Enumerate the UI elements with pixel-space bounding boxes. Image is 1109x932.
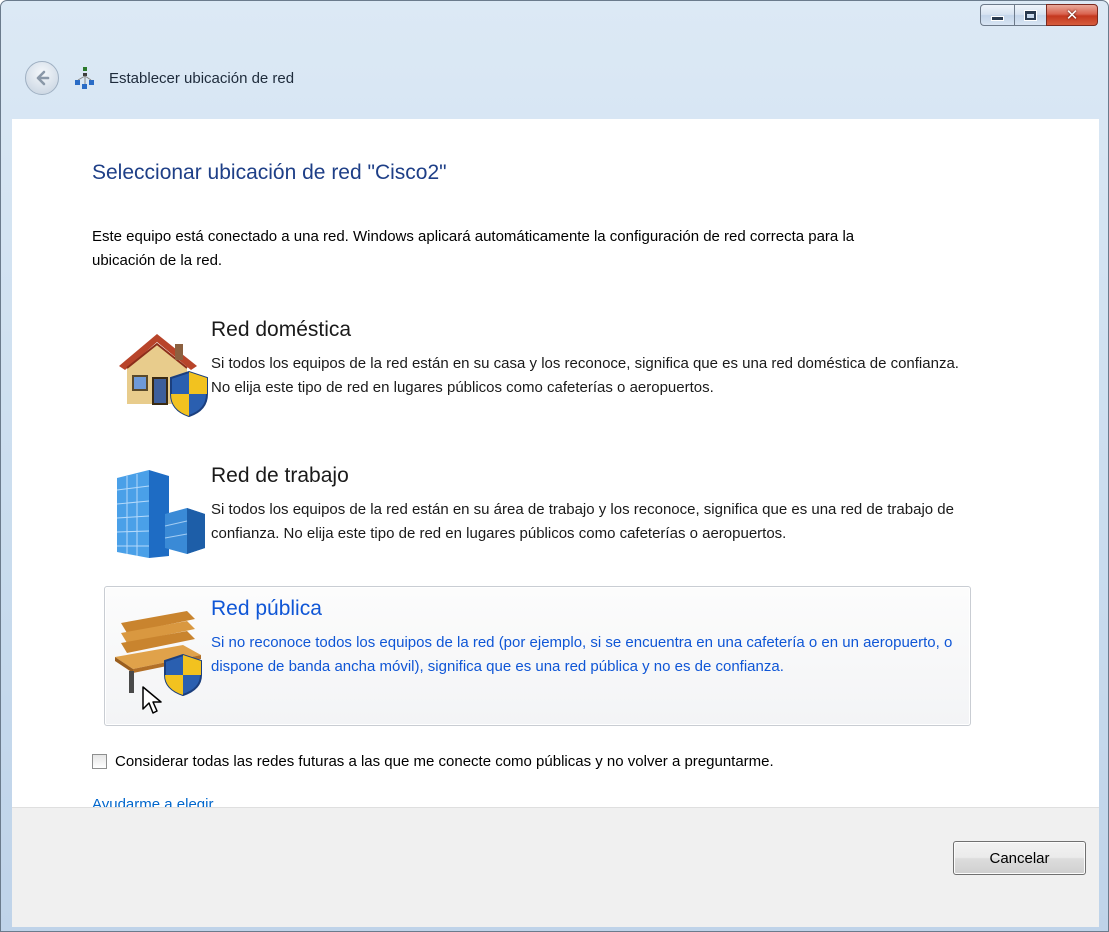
option-title: Red pública — [211, 597, 322, 620]
back-arrow-icon — [36, 70, 50, 86]
content-area: Seleccionar ubicación de red "Cisco2" Es… — [12, 119, 1099, 813]
option-title: Red doméstica — [211, 318, 352, 341]
close-icon: ✕ — [1065, 5, 1079, 24]
option-public-network[interactable]: Red pública Si no reconoce todos los equ… — [104, 586, 971, 726]
mouse-cursor-icon — [142, 686, 162, 714]
network-icon — [75, 67, 94, 89]
public-network-icon — [115, 611, 202, 697]
close-button[interactable]: ✕ — [1046, 4, 1098, 26]
option-title: Red de trabajo — [211, 464, 349, 487]
dialog-window: ✕ Establecer ubicación de red Selecciona… — [0, 0, 1109, 932]
minimize-button[interactable] — [980, 4, 1014, 26]
home-network-icon — [119, 334, 208, 418]
cancel-button[interactable]: Cancelar — [953, 841, 1086, 875]
option-work-network[interactable]: Red de trabajo Si todos los equipos de l… — [104, 453, 971, 593]
future-networks-checkbox-row[interactable]: Considerar todas las redes futuras a las… — [92, 753, 774, 770]
option-home-network[interactable]: Red doméstica Si todos los equipos de la… — [104, 307, 971, 447]
work-network-icon — [116, 470, 205, 558]
minimize-icon — [992, 16, 1003, 20]
window-controls: ✕ — [980, 4, 1098, 26]
dialog-footer: Cancelar — [12, 807, 1099, 927]
navigation-bar: Establecer ubicación de red — [25, 61, 294, 95]
window-title: Establecer ubicación de red — [109, 69, 295, 87]
option-description: Si todos los equipos de la red están en … — [211, 501, 954, 542]
checkbox-label[interactable]: Considerar todas las redes futuras a las… — [115, 753, 774, 770]
option-description: Si no reconoce todos los equipos de la r… — [211, 634, 953, 675]
back-button[interactable] — [25, 61, 59, 95]
page-heading: Seleccionar ubicación de red "Cisco2" — [92, 161, 447, 184]
maximize-button[interactable] — [1014, 4, 1046, 26]
intro-text: Este equipo está conectado a una red. Wi… — [92, 228, 855, 269]
maximize-icon — [1025, 10, 1036, 20]
option-description: Si todos los equipos de la red están en … — [211, 355, 959, 396]
future-networks-checkbox[interactable] — [92, 754, 107, 769]
